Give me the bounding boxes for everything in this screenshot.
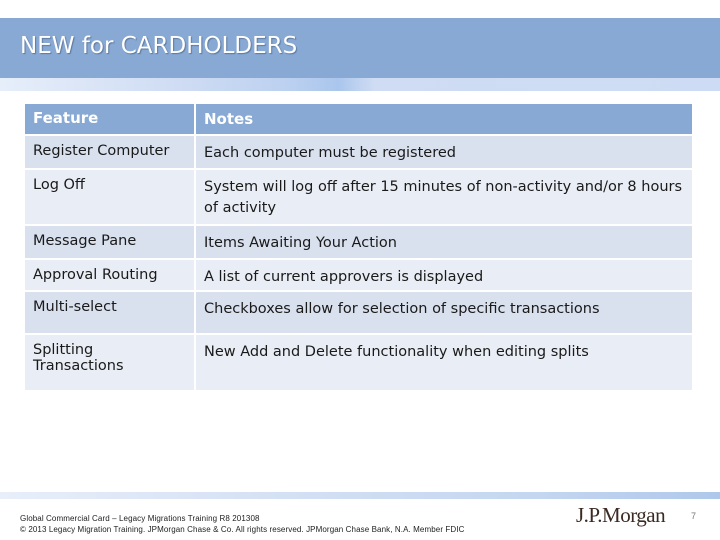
footer-accent-strip [0, 492, 720, 499]
notes-cell: A list of current approvers is displayed [196, 260, 692, 292]
table-row: Log Off System will log off after 15 min… [25, 170, 692, 226]
feature-cell: Multi-select [25, 292, 196, 335]
notes-cell: New Add and Delete functionality when ed… [196, 335, 692, 392]
feature-cell: Register Computer [25, 136, 196, 170]
page-number: 7 [691, 511, 697, 521]
footer-course-info: Global Commercial Card – Legacy Migratio… [20, 514, 260, 523]
feature-cell: Message Pane [25, 226, 196, 260]
notes-cell: Each computer must be registered [196, 136, 692, 170]
table-row: Register Computer Each computer must be … [25, 136, 692, 170]
feature-cell: Approval Routing [25, 260, 196, 292]
notes-cell: Checkboxes allow for selection of specif… [196, 292, 692, 335]
jpmorgan-logo: J.P.Morgan [576, 503, 666, 527]
footer-copyright: © 2013 Legacy Migration Training. JPMorg… [20, 525, 465, 534]
table-row: Approval Routing A list of current appro… [25, 260, 692, 292]
feature-cell: Splitting Transactions [25, 335, 196, 392]
table-header-row: Feature Notes [25, 104, 692, 136]
title-accent-strip [0, 78, 720, 91]
table-row: Splitting Transactions New Add and Delet… [25, 335, 692, 392]
table-row: Multi-select Checkboxes allow for select… [25, 292, 692, 335]
table-row: Message Pane Items Awaiting Your Action [25, 226, 692, 260]
feature-cell: Log Off [25, 170, 196, 226]
title-band: NEW for CARDHOLDERS [0, 18, 720, 78]
column-header-feature: Feature [25, 104, 196, 136]
column-header-notes: Notes [196, 104, 692, 136]
notes-cell: Items Awaiting Your Action [196, 226, 692, 260]
notes-cell: System will log off after 15 minutes of … [196, 170, 692, 226]
slide-title: NEW for CARDHOLDERS [20, 33, 298, 59]
features-table: Feature Notes Register Computer Each com… [25, 104, 692, 392]
